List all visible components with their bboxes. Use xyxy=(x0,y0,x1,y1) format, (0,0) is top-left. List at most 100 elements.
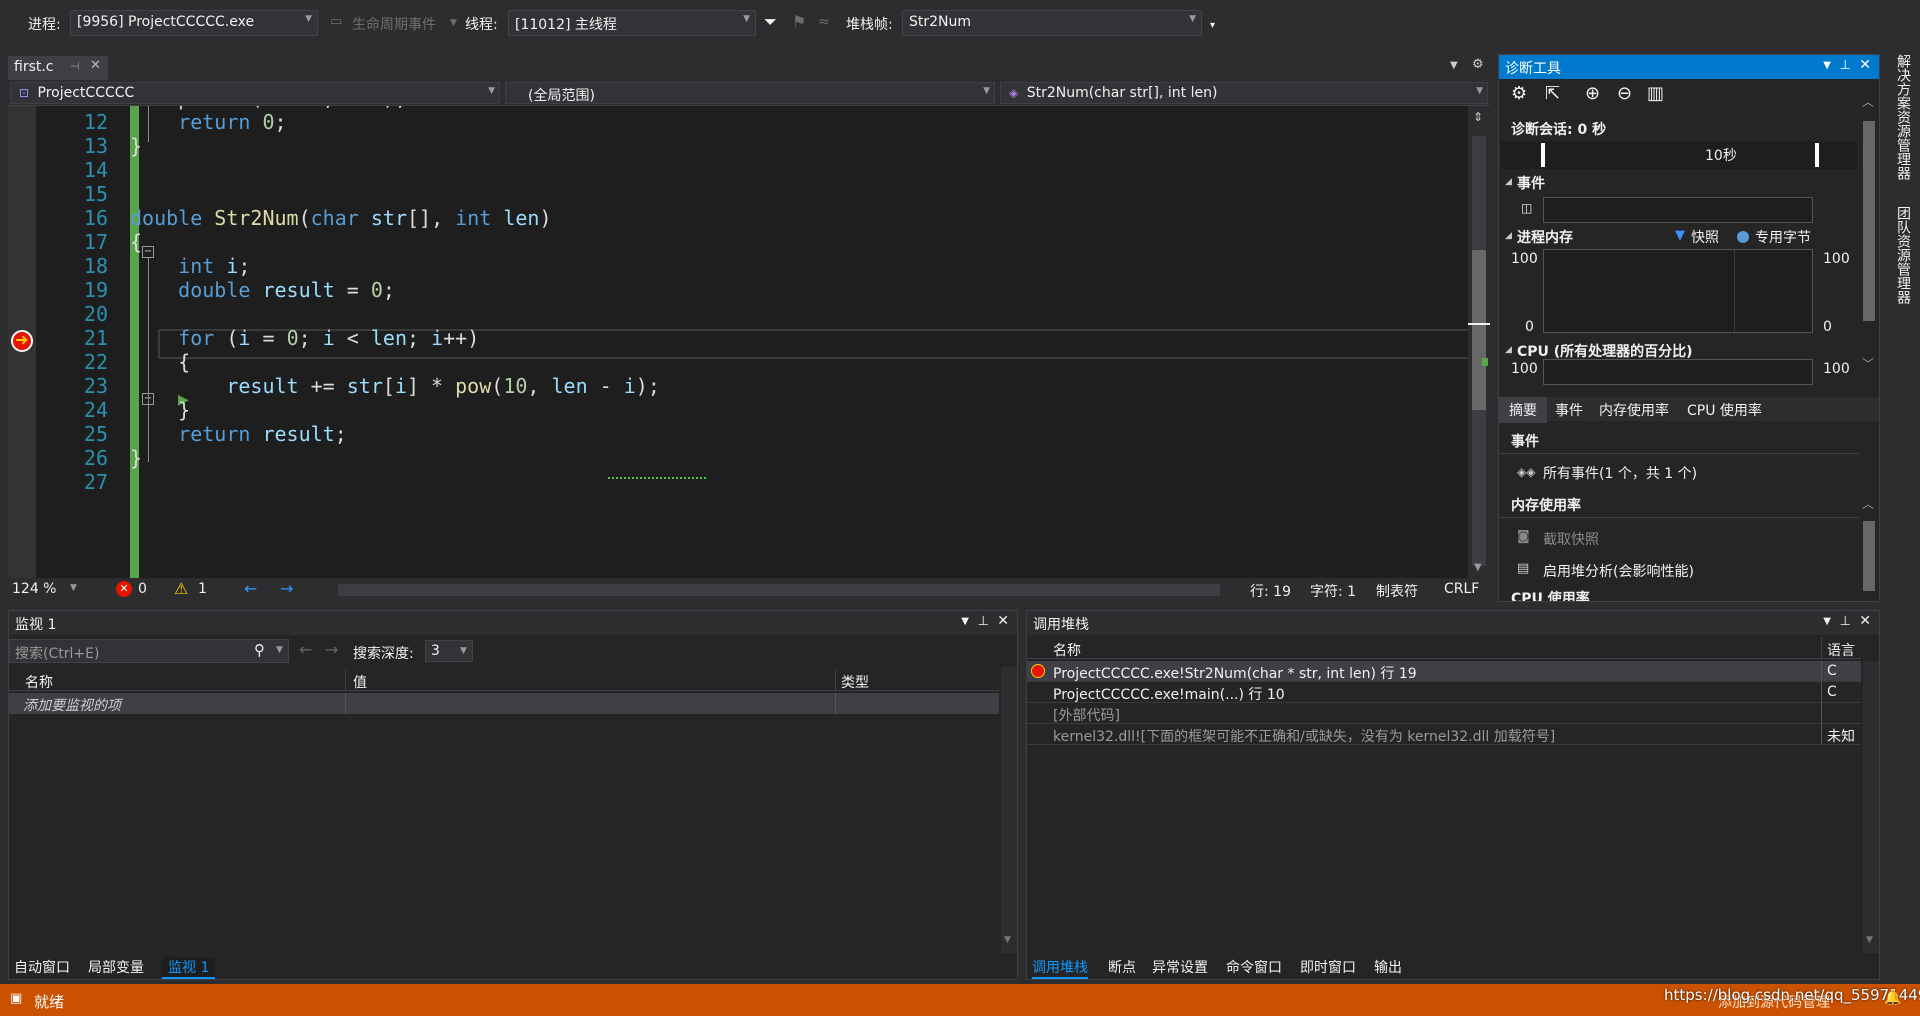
tab-watch-1[interactable]: 监视 1 xyxy=(162,957,216,979)
tab-immediate-window[interactable]: 即时窗口 xyxy=(1300,957,1356,977)
take-snapshot-button[interactable]: 截取快照 xyxy=(1543,529,1599,549)
zoom-out-icon[interactable]: ⊖ xyxy=(1617,83,1632,104)
tab-exception-settings[interactable]: 异常设置 xyxy=(1152,957,1208,977)
callstack-row[interactable]: ProjectCCCCC.exe!main(...) 行 10 C xyxy=(1027,682,1861,703)
tabs-indicator[interactable]: 制表符 xyxy=(1376,581,1418,601)
stackframe-combo[interactable]: Str2Num ▼ xyxy=(902,10,1202,36)
error-count[interactable]: 0 xyxy=(138,581,147,597)
eol-indicator[interactable]: CRLF xyxy=(1444,581,1479,597)
team-explorer-tab[interactable]: 团队资源管理器 xyxy=(1893,206,1913,304)
all-events-link[interactable]: 所有事件(1 个，共 1 个) xyxy=(1543,463,1697,483)
col-type[interactable]: 类型 xyxy=(841,672,869,692)
search-depth-combo[interactable]: 3 ▼ xyxy=(425,640,473,662)
add-watch-item[interactable]: 添加要监视的项 xyxy=(23,695,121,714)
diag-timeline-scrollbar[interactable]: ︿ ﹀ xyxy=(1861,85,1877,395)
search-back-icon[interactable]: ← xyxy=(299,640,312,659)
close-icon[interactable]: ✕ xyxy=(90,58,101,73)
tab-summary[interactable]: 摘要 xyxy=(1499,397,1547,423)
watch-add-row[interactable]: 添加要监视的项 xyxy=(9,693,999,714)
col-value[interactable]: 值 xyxy=(353,672,367,692)
breakpoint-current-icon[interactable]: ➜ xyxy=(11,330,33,352)
arrow-right-icon[interactable]: → xyxy=(280,579,293,598)
diag-summary-scrollbar[interactable]: ︿ ﹀ xyxy=(1861,425,1877,635)
editor-vertical-scrollbar[interactable]: ⇕ ▼ xyxy=(1468,106,1490,578)
watch-search-box[interactable]: 搜索(Ctrl+E) ⚲ ▼ xyxy=(9,639,289,663)
timeline-end-handle[interactable] xyxy=(1815,143,1819,167)
chevron-down-icon[interactable]: ▼ xyxy=(1866,935,1873,945)
tab-memory-usage[interactable]: 内存使用率 xyxy=(1599,400,1669,420)
collapse-triangle-icon[interactable]: ◢ xyxy=(1505,345,1512,355)
pin-icon[interactable]: ⊣ xyxy=(70,60,80,73)
reset-zoom-icon[interactable]: ▥ xyxy=(1647,83,1664,104)
col-name[interactable]: 名称 xyxy=(1053,640,1081,660)
collapse-triangle-icon[interactable]: ◢ xyxy=(1505,177,1512,187)
callstack-row[interactable]: [外部代码] xyxy=(1027,703,1861,724)
tab-autos[interactable]: 自动窗口 xyxy=(14,957,70,977)
thread-combo[interactable]: [11012] 主线程 ▼ xyxy=(508,10,756,36)
pin-icon[interactable]: ⊥ xyxy=(1840,614,1851,629)
callstack-row[interactable]: ProjectCCCCC.exe!Str2Num(char * str, int… xyxy=(1027,661,1861,682)
error-icon[interactable]: ✕ xyxy=(116,581,132,597)
watch-scrollbar[interactable]: ▼ xyxy=(1001,667,1017,953)
chevron-down-icon[interactable]: ▼ xyxy=(276,645,283,655)
code-editor[interactable]: ➜ − − ▶ 11 printf("%lf", res);12 return … xyxy=(8,106,1476,578)
process-combo[interactable]: [9956] ProjectCCCCC.exe ▼ xyxy=(70,10,318,36)
memory-graph[interactable] xyxy=(1543,249,1813,333)
col-name[interactable]: 名称 xyxy=(25,672,53,692)
arrow-left-icon[interactable]: ← xyxy=(244,579,257,598)
scrollbar-thumb[interactable] xyxy=(1472,250,1486,410)
settings-gear-icon[interactable]: ⚙ xyxy=(1472,57,1484,72)
tab-breakpoints[interactable]: 断点 xyxy=(1108,957,1136,977)
pause-icon[interactable]: ◫ xyxy=(1521,201,1532,215)
scrollbar-thumb[interactable] xyxy=(1863,121,1875,321)
lifecycle-events-button[interactable]: 生命周期事件 xyxy=(352,14,436,34)
zoom-level[interactable]: 124 % xyxy=(12,581,56,597)
timeline-start-handle[interactable] xyxy=(1541,143,1545,167)
close-icon[interactable]: ✕ xyxy=(1859,613,1871,629)
chevron-up-icon[interactable]: ︿ xyxy=(1862,93,1874,110)
heap-profiling-checkbox[interactable]: 启用堆分析(会影响性能) xyxy=(1543,561,1694,581)
export-icon[interactable]: ⇱ xyxy=(1545,83,1560,104)
chevron-down-icon[interactable]: ﹀ xyxy=(1862,355,1874,372)
warning-count[interactable]: 1 xyxy=(198,581,207,597)
zoom-in-icon[interactable]: ⊕ xyxy=(1585,83,1600,104)
search-icon[interactable]: ⚲ xyxy=(254,641,265,659)
callstack-row[interactable]: kernel32.dll![下面的框架可能不正确和/或缺失，没有为 kernel… xyxy=(1027,724,1861,745)
function-combo[interactable]: ◈ Str2Num(char str[], int len) ▼ xyxy=(1000,82,1488,104)
filter-icon[interactable]: ⏷ xyxy=(764,12,777,32)
cpu-graph[interactable] xyxy=(1543,359,1813,385)
scrollbar-thumb[interactable] xyxy=(1863,521,1875,591)
chevron-down-icon[interactable]: ▼ xyxy=(460,646,467,656)
pin-icon[interactable]: ⊥ xyxy=(978,614,989,629)
flag-icon[interactable]: ⚑ xyxy=(792,12,806,31)
project-combo[interactable]: ⊡ ProjectCCCCC ▼ xyxy=(10,82,500,104)
notification-bell-icon[interactable]: 🔔 xyxy=(1884,990,1901,1006)
pin-icon[interactable]: ⊥ xyxy=(1840,58,1851,73)
scope-combo[interactable]: (全局范围) ▼ xyxy=(505,82,995,104)
close-icon[interactable]: ✕ xyxy=(997,613,1009,629)
search-input[interactable]: 搜索(Ctrl+E) xyxy=(15,643,99,663)
tab-events[interactable]: 事件 xyxy=(1555,400,1583,420)
col-language[interactable]: 语言 xyxy=(1827,640,1855,660)
tab-first-c[interactable]: first.c ⊣ ✕ xyxy=(8,56,108,80)
tab-list-dropdown-icon[interactable]: ▼ xyxy=(1450,60,1458,71)
toolbar-overflow-icon[interactable]: ▾ xyxy=(1210,20,1215,31)
split-icon[interactable]: ⇕ xyxy=(1473,110,1483,124)
tab-cpu-usage[interactable]: CPU 使用率 xyxy=(1687,400,1762,420)
chevron-down-icon[interactable]: ▼ xyxy=(1823,60,1831,71)
chevron-down-icon[interactable]: ▼ xyxy=(70,583,77,593)
close-icon[interactable]: ✕ xyxy=(1859,57,1871,73)
tab-call-stack[interactable]: 调用堆栈 xyxy=(1032,957,1088,979)
chevron-up-icon[interactable]: ︿ xyxy=(1862,495,1874,512)
chevron-down-icon[interactable]: ▼ xyxy=(1004,935,1011,945)
horizontal-scrollbar[interactable] xyxy=(338,584,1220,596)
chevron-down-icon[interactable]: ▼ xyxy=(961,616,969,627)
collapse-triangle-icon[interactable]: ◢ xyxy=(1505,231,1512,241)
chevron-down-icon[interactable]: ▼ xyxy=(1474,562,1482,573)
tab-command-window[interactable]: 命令窗口 xyxy=(1226,957,1282,977)
events-track[interactable] xyxy=(1543,197,1813,223)
callstack-scrollbar[interactable]: ▼ xyxy=(1863,661,1879,953)
timeline-ruler[interactable]: 10秒 xyxy=(1501,141,1857,169)
settings-gear-icon[interactable]: ⚙ xyxy=(1511,83,1527,104)
tab-locals[interactable]: 局部变量 xyxy=(88,957,144,977)
